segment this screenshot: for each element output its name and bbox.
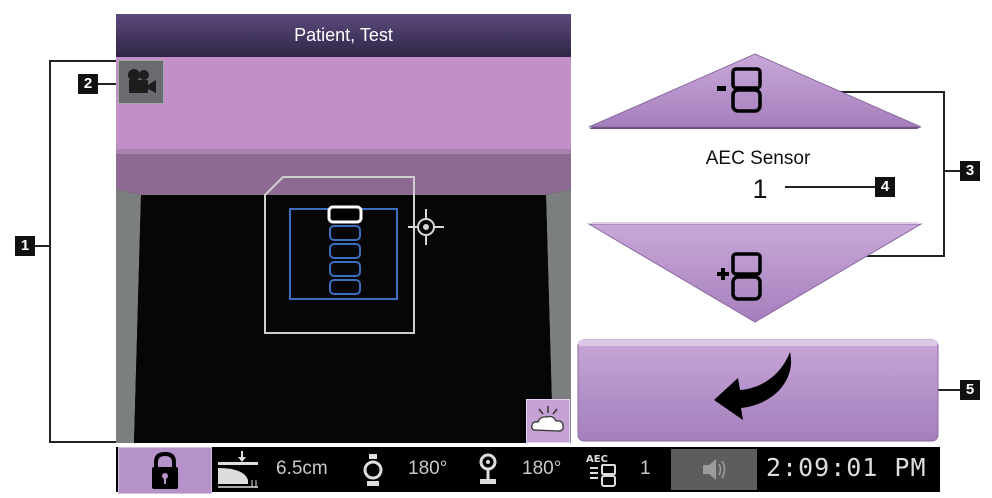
patient-title-bar: Patient, Test	[116, 14, 571, 57]
speaker-icon	[703, 459, 726, 480]
camera-viewport	[116, 57, 571, 443]
patient-name: Patient, Test	[294, 25, 393, 45]
aec-status-value: 1	[640, 458, 651, 479]
status-bar: 6.5cm 180° 180° AEC 1 2:09:01 PM	[116, 447, 940, 494]
callout-1-bracket-v	[49, 60, 51, 443]
tube-angle-value: 180°	[408, 458, 448, 479]
aec-sensor-label: AEC Sensor	[705, 148, 811, 169]
detector-angle-value: 180°	[522, 458, 562, 479]
callout-3-line-h	[945, 170, 960, 172]
callout-5: 5	[960, 380, 980, 400]
callout-4: 4	[875, 177, 895, 197]
accept-button-shape	[577, 339, 939, 442]
cloud-sun-icon	[531, 406, 564, 432]
tube-angle-icon	[363, 454, 383, 486]
callout-3: 3	[960, 161, 980, 181]
viewport-scene	[116, 57, 571, 443]
clock-time: 2:09:01 PM	[766, 453, 927, 482]
callout-1: 1	[15, 236, 35, 256]
aec-increase-button[interactable]	[585, 222, 925, 324]
aec-increase-shape	[587, 222, 923, 323]
speaker-button[interactable]	[671, 449, 757, 490]
camera-view-button[interactable]	[118, 60, 164, 104]
aec-status-icon: AEC	[586, 454, 616, 487]
paddle-ledge	[116, 149, 571, 195]
callout-2: 2	[78, 74, 98, 94]
callout-3-bracket-v	[943, 91, 945, 257]
thickness-value: 6.5cm	[276, 458, 328, 479]
accept-return-button[interactable]	[576, 338, 940, 443]
aec-decrease-button[interactable]	[585, 52, 925, 129]
ambient-light-button[interactable]	[526, 399, 570, 443]
video-camera-icon	[128, 69, 156, 93]
aec-decrease-shape	[588, 53, 922, 129]
lock-icon	[152, 451, 178, 489]
compression-paddle	[116, 57, 571, 149]
lock-button[interactable]	[118, 447, 212, 494]
callout-1-bracket-top	[49, 60, 116, 62]
callout-2-line	[98, 83, 116, 85]
callout-1-bracket-bottom	[49, 441, 116, 443]
aec-segment-1-selected[interactable]	[327, 205, 363, 224]
svg-text:AEC: AEC	[586, 454, 608, 465]
compression-thickness-icon	[218, 451, 258, 488]
detector-surface	[134, 195, 553, 443]
aec-sensor-value: 1	[752, 174, 768, 204]
detector-angle-icon	[479, 453, 497, 484]
